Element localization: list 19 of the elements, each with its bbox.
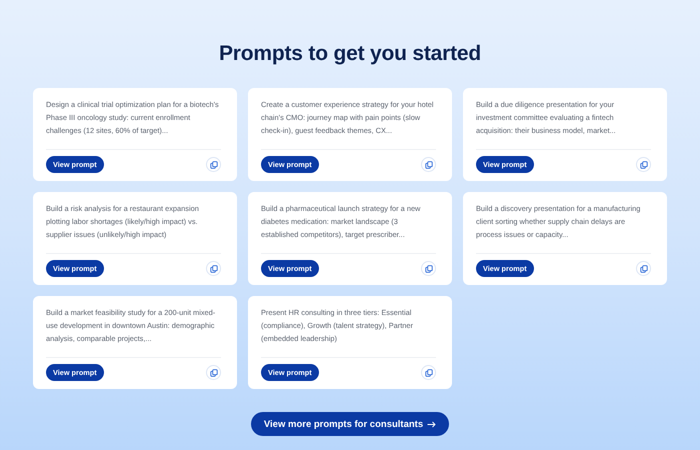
- view-more-button[interactable]: View more prompts for consultants: [250, 412, 450, 436]
- page-heading: Prompts to get you started: [219, 42, 481, 66]
- copy-button[interactable]: [421, 261, 436, 276]
- copy-icon: [210, 368, 218, 376]
- copy-button[interactable]: [206, 157, 221, 172]
- copy-button[interactable]: [636, 157, 651, 172]
- copy-icon: [640, 160, 648, 168]
- copy-icon: [424, 368, 432, 376]
- arrow-right-icon: [427, 420, 436, 428]
- copy-button[interactable]: [421, 157, 436, 172]
- copy-button[interactable]: [421, 365, 436, 380]
- copy-icon: [640, 264, 648, 272]
- copy-icon: [424, 264, 432, 272]
- copy-icon: [424, 160, 432, 168]
- copy-button[interactable]: [206, 365, 221, 380]
- copy-button[interactable]: [636, 261, 651, 276]
- copy-button[interactable]: [206, 261, 221, 276]
- copy-icon: [210, 160, 218, 168]
- copy-icon: [210, 264, 218, 272]
